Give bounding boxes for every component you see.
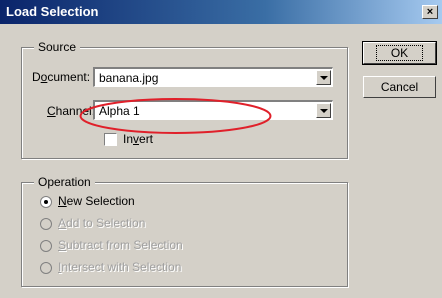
close-button[interactable]: × bbox=[422, 5, 438, 19]
document-label: Document: bbox=[32, 70, 91, 84]
operation-option-label-3: Intersect with Selection bbox=[58, 260, 182, 274]
operation-radio-1 bbox=[40, 218, 52, 230]
title-bar: Load Selection × bbox=[0, 0, 442, 24]
cancel-button[interactable]: Cancel bbox=[363, 76, 436, 98]
operation-radio-0[interactable] bbox=[40, 196, 52, 208]
chevron-down-icon[interactable] bbox=[316, 103, 331, 118]
operation-option-label-2: Subtract from Selection bbox=[58, 238, 183, 252]
chevron-down-icon[interactable] bbox=[316, 70, 331, 85]
operation-option-label-1: Add to Selection bbox=[58, 216, 146, 230]
source-group-label: Source bbox=[34, 40, 81, 54]
document-select-value: banana.jpg bbox=[99, 71, 159, 85]
annotation-ellipse bbox=[79, 98, 272, 134]
close-icon: × bbox=[426, 6, 434, 18]
operation-radio-3 bbox=[40, 262, 52, 274]
operation-radio-2 bbox=[40, 240, 52, 252]
document-select[interactable]: banana.jpg bbox=[93, 67, 333, 87]
dialog-title: Load Selection bbox=[6, 4, 99, 19]
operation-group-label: Operation bbox=[34, 175, 95, 189]
operation-option-label-0: New Selection bbox=[58, 194, 135, 208]
ok-button[interactable]: OK bbox=[362, 41, 437, 65]
